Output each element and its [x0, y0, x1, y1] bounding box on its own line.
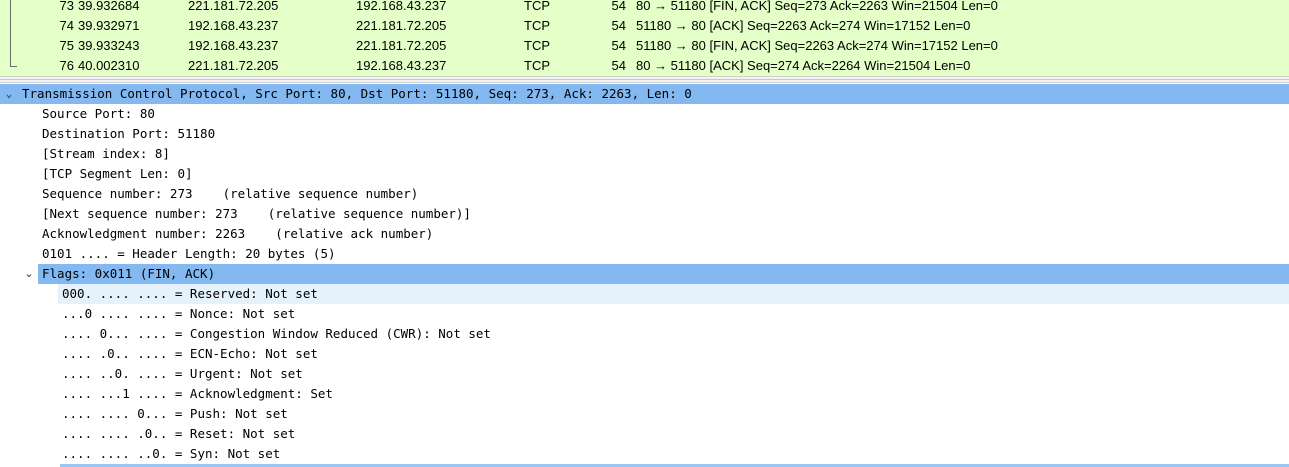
flag-row[interactable]: .... .... ..0. = Syn: Not set: [0, 444, 1289, 464]
flag-row[interactable]: .... .... 0... = Push: Not set: [0, 404, 1289, 424]
packet-length: 54: [611, 18, 626, 33]
flag-row[interactable]: ...0 .... .... = Nonce: Not set: [0, 304, 1289, 324]
packet-info: 80 → 51180 [ACK] Seq=274 Ack=2264 Win=21…: [636, 58, 971, 73]
chevron-down-icon[interactable]: ⌄: [2, 84, 16, 104]
related-packets-line: [10, 0, 11, 66]
packet-info: 80 → 51180 [FIN, ACK] Seq=273 Ack=2263 W…: [636, 0, 998, 13]
packet-time: 39.932684: [78, 0, 140, 13]
tree-field-row[interactable]: [Stream index: 8]: [0, 144, 1289, 164]
tree-field-row[interactable]: Source Port: 80: [0, 104, 1289, 124]
chevron-down-icon[interactable]: ⌄: [22, 264, 36, 284]
packet-protocol: TCP: [524, 38, 550, 53]
packet-source: 221.181.72.205: [188, 0, 279, 13]
ack-number-field: Acknowledgment number: 2263 (relative ac…: [42, 226, 434, 241]
tree-field-row[interactable]: Destination Port: 51180: [0, 124, 1289, 144]
packet-protocol: TCP: [524, 18, 550, 33]
packet-time: 39.933243: [78, 38, 140, 53]
packet-number: 75: [59, 38, 74, 53]
packet-destination: 221.181.72.205: [356, 18, 447, 33]
tcp-header-row[interactable]: ⌄ Transmission Control Protocol, Src Por…: [0, 84, 1289, 104]
flag-row[interactable]: .... ..0. .... = Urgent: Not set: [0, 364, 1289, 384]
packet-number: 74: [59, 18, 74, 33]
packet-destination: 192.168.43.237: [356, 0, 447, 13]
packet-length: 54: [611, 0, 626, 13]
packet-details-tree: ⌄ Transmission Control Protocol, Src Por…: [0, 84, 1289, 467]
packet-source: 192.168.43.237: [188, 18, 279, 33]
flag-row[interactable]: .... .0.. .... = ECN-Echo: Not set: [0, 344, 1289, 364]
packet-list: 73 39.932684 221.181.72.205 192.168.43.2…: [0, 0, 1289, 76]
packet-time: 39.932971: [78, 18, 140, 33]
flag-urgent: .... ..0. .... = Urgent: Not set: [62, 366, 303, 381]
tree-field-row[interactable]: Acknowledgment number: 2263 (relative ac…: [0, 224, 1289, 244]
flags-header-row[interactable]: Flags: 0x011 (FIN, ACK): [38, 264, 1289, 284]
packet-row-74[interactable]: 74 39.932971 192.168.43.237 221.181.72.2…: [0, 16, 1289, 36]
related-packets-line-end: [10, 66, 17, 67]
flag-syn: .... .... ..0. = Syn: Not set: [62, 446, 281, 461]
tree-field-row[interactable]: Sequence number: 273 (relative sequence …: [0, 184, 1289, 204]
flag-ecn-echo: .... .0.. .... = ECN-Echo: Not set: [62, 346, 318, 361]
flag-acknowledgment: .... ...1 .... = Acknowledgment: Set: [62, 386, 333, 401]
flag-reset: .... .... .0.. = Reset: Not set: [62, 426, 296, 441]
sequence-number-field: Sequence number: 273 (relative sequence …: [42, 186, 419, 201]
packet-row-76[interactable]: 76 40.002310 221.181.72.205 192.168.43.2…: [0, 56, 1289, 76]
packet-time: 40.002310: [78, 58, 140, 73]
header-length-field: 0101 .... = Header Length: 20 bytes (5): [42, 246, 336, 261]
packet-row-75[interactable]: 75 39.933243 192.168.43.237 221.181.72.2…: [0, 36, 1289, 56]
flag-push: .... .... 0... = Push: Not set: [62, 406, 288, 421]
packet-destination: 221.181.72.205: [356, 38, 447, 53]
stream-index-field: [Stream index: 8]: [42, 146, 170, 161]
packet-destination: 192.168.43.237: [356, 58, 447, 73]
packet-source: 192.168.43.237: [188, 38, 279, 53]
packet-length: 54: [611, 38, 626, 53]
destination-port-field: Destination Port: 51180: [42, 126, 216, 141]
packet-row-73[interactable]: 73 39.932684 221.181.72.205 192.168.43.2…: [0, 0, 1289, 16]
flag-reserved: 000. .... .... = Reserved: Not set: [62, 286, 318, 301]
flag-row[interactable]: .... .... .0.. = Reset: Not set: [0, 424, 1289, 444]
tree-field-row[interactable]: 0101 .... = Header Length: 20 bytes (5): [0, 244, 1289, 264]
pane-splitter[interactable]: [0, 76, 1289, 83]
flag-nonce: ...0 .... .... = Nonce: Not set: [62, 306, 296, 321]
flag-row[interactable]: .... 0... .... = Congestion Window Reduc…: [0, 324, 1289, 344]
tree-field-row[interactable]: [Next sequence number: 273 (relative seq…: [0, 204, 1289, 224]
source-port-field: Source Port: 80: [42, 106, 155, 121]
flags-header-label: Flags: 0x011 (FIN, ACK): [42, 266, 216, 281]
flag-row[interactable]: .... ...1 .... = Acknowledgment: Set: [0, 384, 1289, 404]
packet-length: 54: [611, 58, 626, 73]
packet-source: 221.181.72.205: [188, 58, 279, 73]
packet-info: 51180 → 80 [FIN, ACK] Seq=2263 Ack=274 W…: [636, 38, 998, 53]
next-sequence-number-field: [Next sequence number: 273 (relative seq…: [42, 206, 471, 221]
segment-len-field: [TCP Segment Len: 0]: [42, 166, 193, 181]
packet-number: 73: [59, 0, 74, 13]
flag-row[interactable]: 000. .... .... = Reserved: Not set: [58, 284, 1289, 304]
packet-protocol: TCP: [524, 0, 550, 13]
flag-cwr: .... 0... .... = Congestion Window Reduc…: [62, 326, 491, 341]
packet-number: 76: [59, 58, 74, 73]
packet-protocol: TCP: [524, 58, 550, 73]
tree-field-row[interactable]: [TCP Segment Len: 0]: [0, 164, 1289, 184]
packet-info: 51180 → 80 [ACK] Seq=2263 Ack=274 Win=17…: [636, 18, 971, 33]
tcp-header-label: Transmission Control Protocol, Src Port:…: [22, 86, 692, 101]
